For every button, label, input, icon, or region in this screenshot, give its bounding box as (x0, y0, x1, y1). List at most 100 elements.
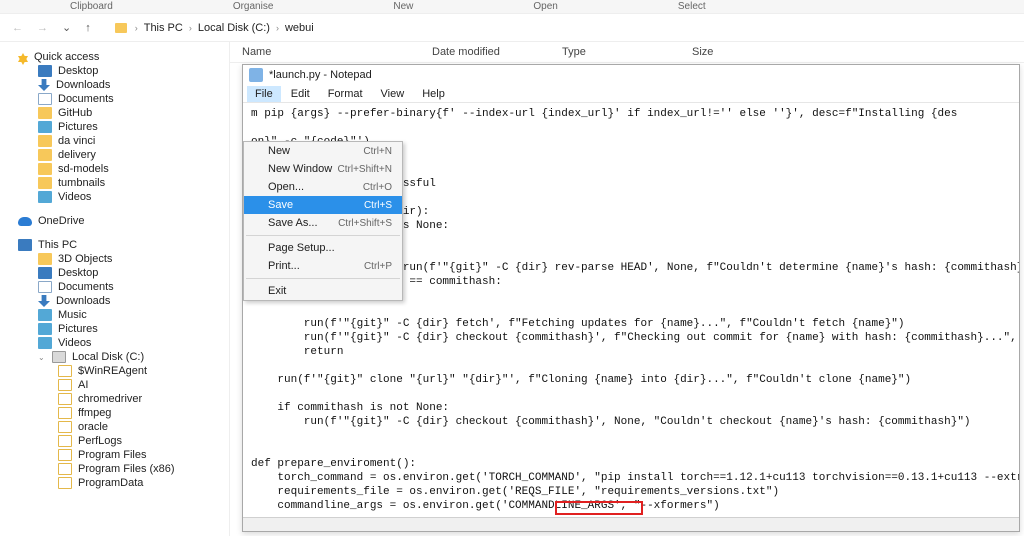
sidebar-item[interactable]: Program Files (58, 448, 225, 462)
sidebar-item-label: Local Disk (C:) (72, 351, 144, 363)
ribbon-open: Open (533, 1, 557, 12)
nav-forward-icon[interactable]: → (33, 22, 52, 34)
sidebar-item-label: Documents (58, 93, 114, 105)
sidebar-item[interactable]: AI (58, 378, 225, 392)
menu-file[interactable]: File (247, 86, 281, 102)
ribbon-section-labels: Clipboard Organise New Open Select (0, 0, 1024, 14)
menu-item-save-as-[interactable]: Save As...Ctrl+Shift+S (244, 214, 402, 232)
sidebar-item-label: Downloads (56, 295, 110, 307)
col-size[interactable]: Size (692, 46, 782, 58)
sidebar-item[interactable]: Documents (38, 280, 225, 294)
sidebar-item[interactable]: delivery (38, 148, 225, 162)
sidebar-item[interactable]: ffmpeg (58, 406, 225, 420)
menu-item-save[interactable]: SaveCtrl+S (244, 196, 402, 214)
chevron-right-icon: › (276, 23, 279, 33)
col-type[interactable]: Type (562, 46, 652, 58)
menu-item-page-setup-[interactable]: Page Setup... (244, 239, 402, 257)
item-icon (38, 323, 52, 335)
sidebar-item[interactable]: GitHub (38, 106, 225, 120)
sidebar-item[interactable]: Downloads (38, 78, 225, 92)
sidebar-item-label: Program Files (x86) (78, 463, 175, 475)
menu-edit[interactable]: Edit (283, 86, 318, 102)
folder-icon (38, 177, 52, 189)
horizontal-scrollbar[interactable] (243, 517, 1019, 531)
chevron-down-icon: ⌄ (38, 353, 46, 362)
sidebar-item[interactable]: sd-models (38, 162, 225, 176)
notepad-menubar: File Edit Format View Help (243, 85, 1019, 103)
notepad-titlebar[interactable]: *launch.py - Notepad (243, 65, 1019, 85)
breadcrumb-webui[interactable]: webui (285, 22, 314, 34)
folder-icon (58, 421, 72, 433)
sidebar-item[interactable]: Documents (38, 92, 225, 106)
sidebar-item-label: tumbnails (58, 177, 105, 189)
nav-recent-icon[interactable]: ⌄ (58, 21, 75, 34)
sidebar-item-label: delivery (58, 149, 96, 161)
sidebar-item[interactable]: 3D Objects (38, 252, 225, 266)
folder-icon (58, 477, 72, 489)
sidebar-item-label: Desktop (58, 267, 98, 279)
sidebar-item[interactable]: Pictures (38, 120, 225, 134)
nav-up-icon[interactable]: ↑ (81, 22, 95, 34)
menu-item-print-[interactable]: Print...Ctrl+P (244, 257, 402, 275)
folder-icon (58, 449, 72, 461)
menu-view[interactable]: View (373, 86, 413, 102)
sidebar-item[interactable]: Desktop (38, 266, 225, 280)
drive-icon (52, 351, 66, 363)
sidebar-this-pc[interactable]: This PC (18, 238, 225, 252)
sidebar-item[interactable]: da vinci (38, 134, 225, 148)
menu-format[interactable]: Format (320, 86, 371, 102)
menu-item-open-[interactable]: Open...Ctrl+O (244, 178, 402, 196)
nav-back-icon[interactable]: ← (8, 22, 27, 34)
sidebar-item-label: Downloads (56, 79, 110, 91)
ribbon-organise: Organise (233, 1, 274, 12)
sidebar-item[interactable]: ProgramData (58, 476, 225, 490)
sidebar-item[interactable]: Music (38, 308, 225, 322)
sidebar-item-label: Videos (58, 337, 91, 349)
sidebar-item[interactable]: oracle (58, 420, 225, 434)
sidebar-item[interactable]: Downloads (38, 294, 225, 308)
sidebar-onedrive[interactable]: OneDrive (18, 214, 225, 228)
explorer-navbar: ← → ⌄ ↑ › This PC › Local Disk (C:) › we… (0, 14, 1024, 42)
sidebar-item[interactable]: chromedriver (58, 392, 225, 406)
notepad-icon (249, 68, 263, 82)
sidebar-item[interactable]: Videos (38, 336, 225, 350)
item-icon (38, 337, 52, 349)
menu-item-new[interactable]: NewCtrl+N (244, 142, 402, 160)
col-date[interactable]: Date modified (432, 46, 522, 58)
col-name[interactable]: Name (242, 46, 392, 58)
notepad-window: *launch.py - Notepad File Edit Format Vi… (242, 64, 1020, 532)
sidebar-item[interactable]: Desktop (38, 64, 225, 78)
breadcrumb-this-pc[interactable]: This PC (144, 22, 183, 34)
sidebar-item-label: Music (58, 309, 87, 321)
item-icon (38, 281, 52, 293)
sidebar-item-label: Desktop (58, 65, 98, 77)
sidebar-item-label: OneDrive (38, 215, 84, 227)
explorer-content: Name Date modified Type Size *launch.py … (230, 42, 1024, 536)
menu-item-label: New (268, 145, 290, 157)
folder-icon (58, 407, 72, 419)
ribbon-clipboard: Clipboard (70, 1, 113, 12)
menu-item-exit[interactable]: Exit (244, 282, 402, 300)
sidebar-item[interactable]: Program Files (x86) (58, 462, 225, 476)
menu-item-label: Save (268, 199, 293, 211)
sidebar-item[interactable]: Pictures (38, 322, 225, 336)
sidebar-item[interactable]: PerfLogs (58, 434, 225, 448)
sidebar-local-disk[interactable]: ⌄ Local Disk (C:) (38, 350, 225, 364)
sidebar-item-label: chromedriver (78, 393, 142, 405)
menu-item-label: Save As... (268, 217, 318, 229)
sidebar-item-label: sd-models (58, 163, 109, 175)
menu-item-new-window[interactable]: New WindowCtrl+Shift+N (244, 160, 402, 178)
sidebar-quick-access[interactable]: Quick access (18, 50, 225, 64)
menu-help[interactable]: Help (414, 86, 453, 102)
menu-item-label: Page Setup... (268, 242, 335, 254)
menu-item-shortcut: Ctrl+P (364, 261, 392, 272)
sidebar-item-label: AI (78, 379, 88, 391)
breadcrumb-local-disk[interactable]: Local Disk (C:) (198, 22, 270, 34)
ribbon-select: Select (678, 1, 706, 12)
menu-item-label: New Window (268, 163, 332, 175)
sidebar-item[interactable]: $WinREAgent (58, 364, 225, 378)
sidebar-item-label: Documents (58, 281, 114, 293)
sidebar-item[interactable]: tumbnails (38, 176, 225, 190)
sidebar-item[interactable]: Videos (38, 190, 225, 204)
folder-icon (58, 393, 72, 405)
